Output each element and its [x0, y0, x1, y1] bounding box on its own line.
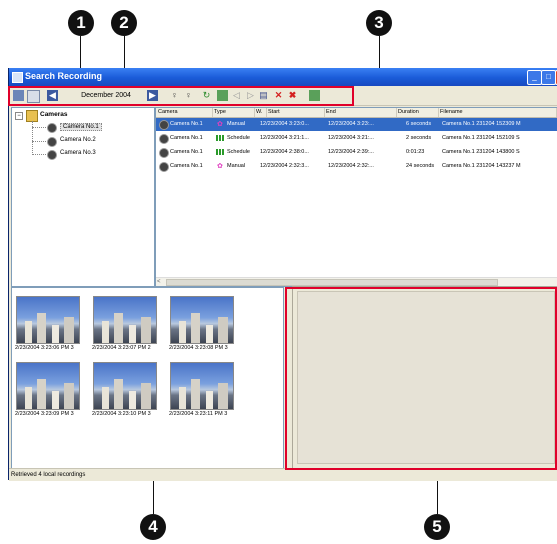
title-bar: Search Recording _ □: [9, 68, 557, 86]
col-type[interactable]: Type: [214, 108, 255, 117]
horizontal-scrollbar[interactable]: <: [156, 277, 557, 286]
status-text: Retrieved 4 local recordings: [11, 472, 86, 478]
col-duration[interactable]: Duration: [398, 108, 439, 117]
list-header: Camera Type W. Start End Duration Filena…: [156, 108, 557, 118]
cell-type: Schedule: [227, 135, 250, 141]
collapse-icon[interactable]: −: [15, 112, 23, 120]
scroll-thumb[interactable]: [166, 279, 498, 286]
cell-camera: Camera No.1: [170, 163, 203, 169]
thumbnail-image[interactable]: [170, 296, 234, 344]
camera-icon: [159, 148, 169, 158]
cell-type: Manual: [227, 121, 246, 127]
thumbnail-image[interactable]: [93, 296, 157, 344]
playback-highlight: [285, 287, 557, 470]
cell-end: 12/23/2004 2:39:...: [328, 149, 374, 155]
cell-start: 12/23/2004 2:32:3...: [260, 163, 309, 169]
thumbnail-caption: 2/23/2004 3:23:08 PM 3: [169, 345, 228, 351]
camera-icon: [159, 134, 169, 144]
thumbnail-panel: 2/23/2004 3:23:06 PM 3 2/23/2004 3:23:07…: [11, 287, 284, 469]
cell-end: 12/23/2004 2:32:...: [328, 163, 374, 169]
col-filename[interactable]: Filename: [440, 108, 557, 117]
camera-icon: [47, 150, 57, 160]
thumbnail-caption: 2/23/2004 3:23:07 PM 2: [92, 345, 151, 351]
camera-icon: [47, 137, 57, 147]
thumbnail-image[interactable]: [16, 362, 80, 410]
toolbar-highlight: [8, 86, 354, 106]
thumbnail-caption: 2/23/2004 3:23:11 PM 3: [169, 411, 228, 417]
thumbnail-image[interactable]: [16, 296, 80, 344]
cell-duration: 0:01:23: [406, 149, 425, 155]
cell-camera: Camera No.1: [170, 149, 203, 155]
schedule-icon: [216, 135, 225, 141]
cell-filename: Camera No.1 231204 143237 M: [442, 163, 521, 169]
cell-filename: Camera No.1 231204 152109 S: [442, 135, 520, 141]
camera-tree: − Cameras Camera No.1 Camera No.2 Camera…: [11, 107, 155, 287]
table-row[interactable]: Camera No.1 ✿ Manual 12/23/2004 2:32:3..…: [156, 160, 557, 173]
callout-4: 4: [140, 514, 166, 540]
manual-icon: ✿: [217, 163, 223, 170]
cell-end: 12/23/2004 3:21:...: [328, 135, 374, 141]
callout-3: 3: [366, 10, 392, 36]
cell-duration: 6 seconds: [406, 121, 432, 127]
thumbnail-image[interactable]: [93, 362, 157, 410]
col-w[interactable]: W.: [256, 108, 267, 117]
cell-duration: 24 seconds: [406, 163, 435, 169]
table-row[interactable]: Camera No.1 Schedule 12/23/2004 3:21:1..…: [156, 132, 557, 145]
callout-2: 2: [111, 10, 137, 36]
callout-1: 1: [68, 10, 94, 36]
cell-filename: Camera No.1 231204 143800 S: [442, 149, 520, 155]
table-row[interactable]: Camera No.1 Schedule 12/23/2004 2:38:0..…: [156, 146, 557, 159]
tree-root-label[interactable]: Cameras: [40, 111, 67, 118]
cell-camera: Camera No.1: [170, 121, 203, 127]
tree-item-camera-2[interactable]: Camera No.2: [60, 137, 96, 143]
camera-icon: [159, 162, 169, 172]
tree-item-camera-1[interactable]: Camera No.1: [60, 123, 102, 131]
cell-type: Schedule: [227, 149, 250, 155]
tree-item-camera-3[interactable]: Camera No.3: [60, 150, 96, 156]
callout-5: 5: [424, 514, 450, 540]
cell-type: Manual: [227, 163, 246, 169]
col-start[interactable]: Start: [268, 108, 325, 117]
minimize-button[interactable]: _: [527, 70, 542, 85]
cell-filename: Camera No.1 231204 152309 M: [442, 121, 521, 127]
cell-end: 12/23/2004 3:23:...: [328, 121, 374, 127]
cell-start: 12/23/2004 3:23:0...: [260, 121, 309, 127]
schedule-icon: [216, 149, 225, 155]
col-end[interactable]: End: [326, 108, 397, 117]
manual-icon: ✿: [217, 121, 223, 128]
scroll-left-icon[interactable]: <: [157, 278, 161, 286]
window-icon: [12, 72, 23, 83]
maximize-button[interactable]: □: [541, 70, 556, 85]
window-title: Search Recording: [25, 71, 103, 81]
cell-duration: 2 seconds: [406, 135, 432, 141]
col-camera[interactable]: Camera: [158, 108, 213, 117]
cell-start: 12/23/2004 2:38:0...: [260, 149, 309, 155]
thumbnail-caption: 2/23/2004 3:23:06 PM 3: [15, 345, 74, 351]
recordings-list: Camera Type W. Start End Duration Filena…: [155, 107, 557, 287]
table-row[interactable]: Camera No.1 ✿ Manual 12/23/2004 3:23:0..…: [156, 118, 557, 131]
camera-icon: [47, 123, 57, 133]
thumbnail-caption: 2/23/2004 3:23:10 PM 3: [92, 411, 151, 417]
cell-start: 12/23/2004 3:21:1...: [260, 135, 309, 141]
camera-icon: [159, 120, 169, 130]
cell-camera: Camera No.1: [170, 135, 203, 141]
thumbnail-caption: 2/23/2004 3:23:09 PM 3: [15, 411, 74, 417]
thumbnail-image[interactable]: [170, 362, 234, 410]
